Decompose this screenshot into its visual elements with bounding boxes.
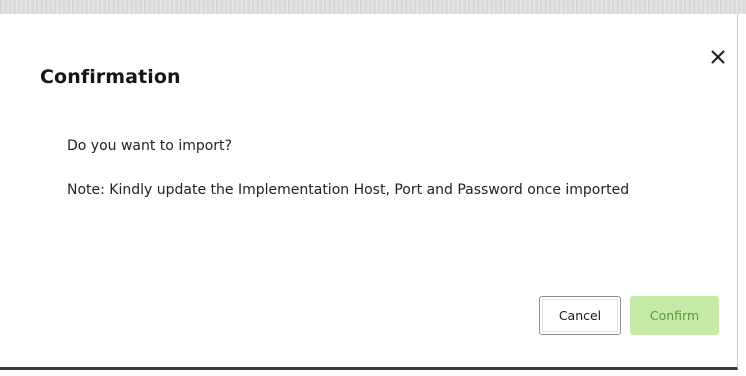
close-button[interactable] [705,44,731,70]
dialog-message: Do you want to import? [67,138,232,154]
close-icon [705,44,731,70]
cancel-button[interactable]: Cancel [539,296,621,335]
dialog-note: Note: Kindly update the Implementation H… [67,182,630,198]
dialog-footer: Cancel Confirm [0,294,737,344]
dialog-body: Do you want to import? Note: Kindly upda… [67,136,667,202]
backdrop-overlay [0,0,746,14]
dialog-title: Confirmation [40,66,181,88]
dialog-header: Confirmation [0,14,737,124]
confirmation-dialog: Confirmation Do you want to import? Note… [0,14,738,370]
confirm-button[interactable]: Confirm [630,296,719,335]
